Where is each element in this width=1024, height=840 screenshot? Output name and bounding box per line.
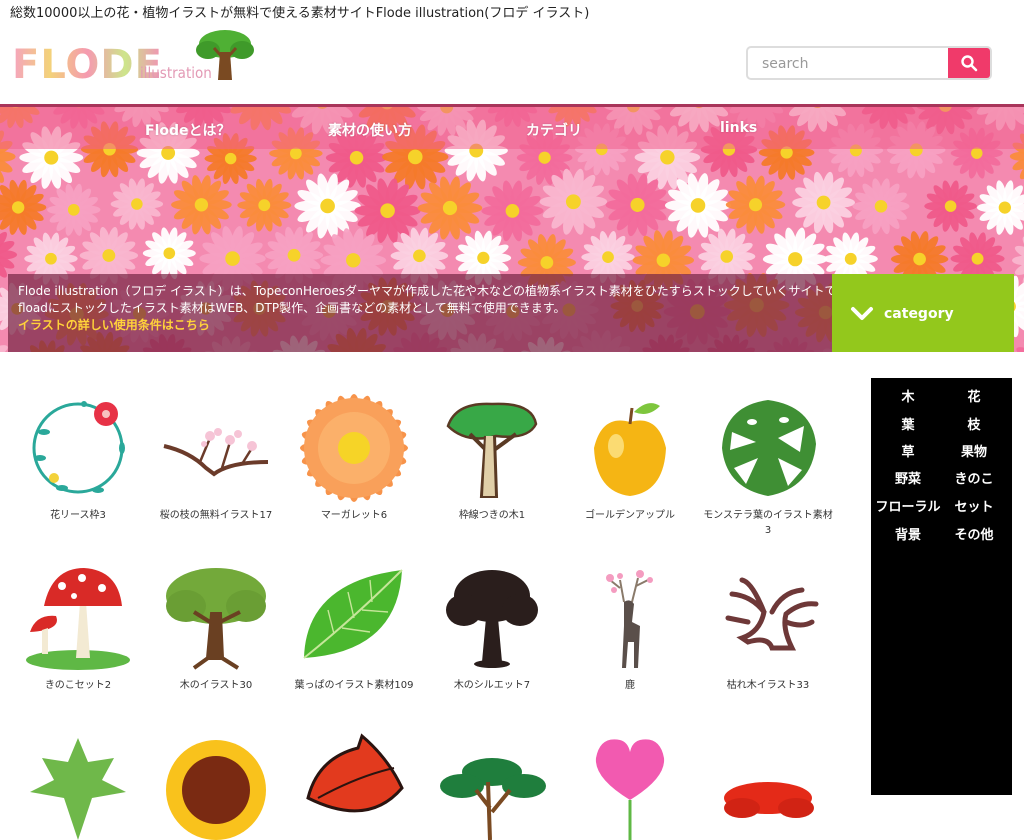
- illustration-caption: 鹿: [564, 678, 696, 693]
- illustration-card[interactable]: マーガレット6: [288, 392, 420, 523]
- sunflower-icon: [160, 728, 272, 840]
- illustration-card[interactable]: [702, 728, 834, 840]
- category-link[interactable]: 木: [873, 386, 943, 405]
- illustration-card[interactable]: モンステラ葉のイラスト素材3: [702, 392, 834, 538]
- illustration-card[interactable]: 木のシルエット7: [426, 562, 558, 693]
- search-box: [746, 46, 992, 80]
- logo-tree-icon: [190, 28, 260, 84]
- nav-category[interactable]: カテゴリ: [526, 120, 582, 140]
- category-toggle-button[interactable]: category: [832, 274, 1014, 352]
- illustration-caption: きのこセット2: [12, 678, 144, 693]
- bonsai-tree-icon: [436, 728, 548, 840]
- illustration-card[interactable]: [288, 728, 420, 840]
- illustration-card[interactable]: 枯れ木イラスト33: [702, 562, 834, 693]
- illustration-caption: 桜の枝の無料イラスト17: [150, 508, 282, 523]
- illustration-caption: 花リース枠3: [12, 508, 144, 523]
- category-sidebar: 木 花 葉 枝 草 果物 野菜 きのこ フローラル セット 背景 その他: [871, 378, 1012, 795]
- outlined-tree-icon: [436, 392, 548, 504]
- cherry-branch-icon: [160, 392, 272, 504]
- chevron-down-icon: [850, 306, 874, 322]
- maple-leaf-icon: [22, 728, 134, 840]
- illustration-caption: ゴールデンアップル: [564, 508, 696, 523]
- illustration-caption: 木のシルエット7: [426, 678, 558, 693]
- illustration-card[interactable]: 花リース枠3: [12, 392, 144, 523]
- golden-apple-icon: [574, 392, 686, 504]
- nav-links[interactable]: links: [720, 120, 757, 136]
- red-leaf-icon: [298, 728, 410, 840]
- green-leaf-icon: [298, 562, 410, 674]
- intro-text-1: Flode illustration（フロデ イラスト）は、TopeconHer…: [18, 283, 822, 300]
- illustration-card[interactable]: 枠線つきの木1: [426, 392, 558, 523]
- terms-link[interactable]: イラストの詳しい使用条件はこちら: [18, 318, 210, 332]
- category-link[interactable]: 野菜: [873, 468, 943, 487]
- tree-silhouette-icon: [436, 562, 548, 674]
- category-link[interactable]: 花: [939, 386, 1009, 405]
- illustration-caption: モンステラ葉のイラスト素材3: [702, 508, 834, 538]
- category-link[interactable]: 果物: [939, 441, 1009, 460]
- category-link[interactable]: 葉: [873, 414, 943, 433]
- search-input[interactable]: [760, 52, 944, 76]
- intro-text-2: floadにストックしたイラスト素材はWEB、DTP製作、企画書などの素材として…: [18, 300, 822, 317]
- nav-about[interactable]: Flodeとは？: [145, 120, 231, 140]
- hero-banner: Flodeとは？ 素材の使い方 カテゴリ links Flode illustr…: [0, 104, 1024, 352]
- illustration-card[interactable]: 鹿: [564, 562, 696, 693]
- deer-icon: [574, 562, 686, 674]
- search-button[interactable]: [948, 48, 990, 78]
- illustration-caption: 枠線つきの木1: [426, 508, 558, 523]
- monstera-leaf-icon: [712, 392, 824, 504]
- site-logo[interactable]: FLODE illustration: [12, 28, 252, 88]
- nav-usage[interactable]: 素材の使い方: [328, 120, 412, 140]
- illustration-card[interactable]: [564, 728, 696, 840]
- tree-icon: [160, 562, 272, 674]
- category-link[interactable]: きのこ: [939, 468, 1009, 487]
- intro-box: Flode illustration（フロデ イラスト）は、TopeconHer…: [8, 274, 832, 352]
- site-tagline: 総数10000以上の花・植物イラストが無料で使える素材サイトFlode illu…: [10, 2, 589, 21]
- illustration-card[interactable]: 葉っぱのイラスト素材109: [288, 562, 420, 693]
- category-link[interactable]: 背景: [873, 524, 943, 543]
- category-link[interactable]: その他: [939, 524, 1009, 543]
- illustration-caption: 木のイラスト30: [150, 678, 282, 693]
- illustration-caption: 枯れ木イラスト33: [702, 678, 834, 693]
- illustration-card[interactable]: 桜の枝の無料イラスト17: [150, 392, 282, 523]
- main-nav: Flodeとは？ 素材の使い方 カテゴリ links: [0, 107, 1024, 151]
- illustration-card[interactable]: [12, 728, 144, 840]
- flower-wreath-icon: [22, 392, 134, 504]
- category-link[interactable]: セット: [939, 496, 1009, 515]
- dead-tree-icon: [712, 562, 824, 674]
- marguerite-icon: [298, 392, 410, 504]
- illustration-card[interactable]: きのこセット2: [12, 562, 144, 693]
- illustration-card[interactable]: [426, 728, 558, 840]
- category-link[interactable]: 草: [873, 441, 943, 460]
- red-maple-tree-icon: [712, 728, 824, 840]
- mushroom-set-icon: [22, 562, 134, 674]
- category-link[interactable]: フローラル: [873, 496, 943, 515]
- category-toggle-label: category: [884, 306, 954, 322]
- search-icon: [960, 54, 978, 72]
- heart-flower-icon: [574, 728, 686, 840]
- illustration-card[interactable]: [150, 728, 282, 840]
- illustration-card[interactable]: 木のイラスト30: [150, 562, 282, 693]
- illustration-caption: 葉っぱのイラスト素材109: [288, 678, 420, 693]
- category-link[interactable]: 枝: [939, 414, 1009, 433]
- illustration-caption: マーガレット6: [288, 508, 420, 523]
- illustration-card[interactable]: ゴールデンアップル: [564, 392, 696, 523]
